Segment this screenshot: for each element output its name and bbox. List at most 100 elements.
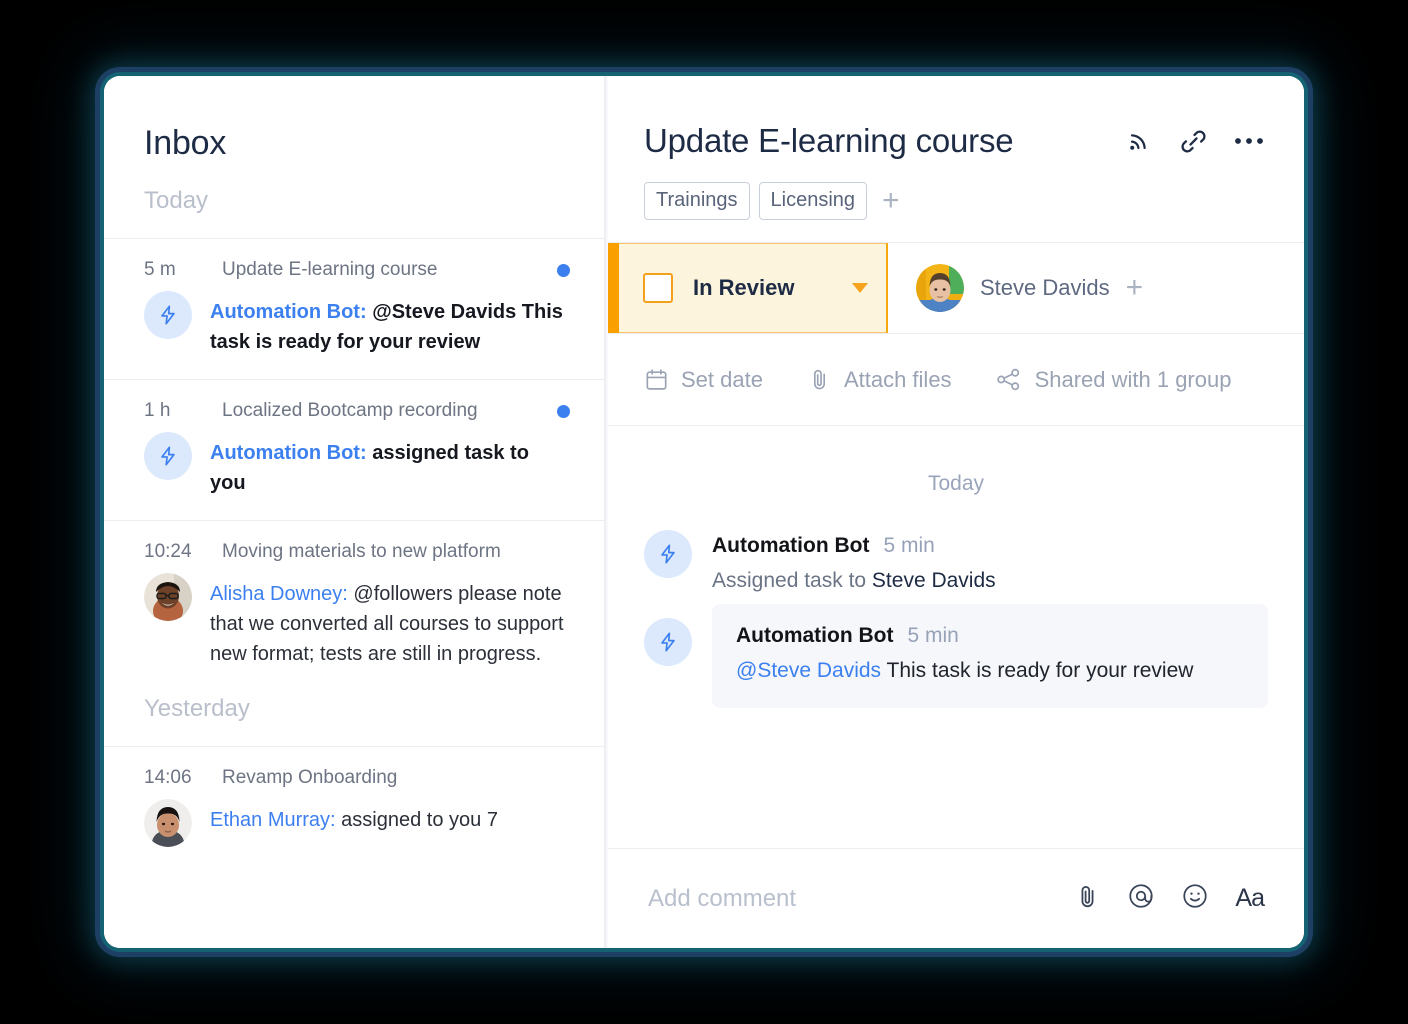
- avatar: [644, 618, 692, 666]
- more-icon[interactable]: [1234, 136, 1264, 146]
- list-item[interactable]: 10:24 Moving materials to new platform A…: [104, 521, 604, 677]
- paperclip-icon: [813, 369, 825, 390]
- list-item[interactable]: 14:06 Revamp Onboarding Ethan Murray: as…: [104, 747, 604, 869]
- emoji-icon[interactable]: [1181, 882, 1209, 915]
- bolt-icon: [161, 446, 175, 466]
- attach-files-label: Attach files: [843, 366, 952, 392]
- inbox-header: Inbox: [104, 76, 604, 163]
- inbox-panel: Inbox Today 5 m Update E-learning course…: [104, 76, 604, 948]
- list-item-text: assigned to you 7: [335, 809, 498, 831]
- feed-entry-meta: Automation Bot 5 min: [736, 624, 1244, 648]
- feed-author: Automation Bot: [736, 624, 894, 647]
- avatar: [644, 530, 692, 578]
- feed-author: Automation Bot: [712, 534, 870, 557]
- comment-bar: Add comment Aa: [608, 848, 1304, 948]
- page-title: Inbox: [144, 124, 227, 162]
- share-button[interactable]: Shared with 1 group: [996, 366, 1232, 393]
- feed-text-strong: Steve Davids: [871, 569, 996, 592]
- tag-trainings[interactable]: Trainings: [644, 182, 750, 220]
- feed-entry-body-highlighted: Automation Bot 5 min @Steve Davids This …: [712, 604, 1268, 708]
- feed-entry-body: Automation Bot 5 min Assigned task to St…: [712, 530, 1268, 596]
- feed-entry-meta: Automation Bot 5 min: [712, 534, 1268, 558]
- chevron-down-icon[interactable]: [852, 283, 868, 293]
- list-item-message: Automation Bot: @Steve Davids This task …: [210, 291, 570, 357]
- feed-day-label: Today: [927, 472, 985, 495]
- bolt-icon: [161, 305, 175, 325]
- list-item-subject: Localized Bootcamp recording: [222, 400, 478, 421]
- list-item-body: Alisha Downey: @followers please note th…: [144, 573, 570, 669]
- list-item-subject: Revamp Onboarding: [222, 767, 398, 788]
- assignee-area: Steve Davids +: [888, 243, 1304, 333]
- list-item-sender: Ethan Murray:: [210, 809, 336, 831]
- task-detail-panel: Update E-learning course Trainings Licen…: [608, 76, 1304, 948]
- avatar: [144, 573, 192, 621]
- status-chip[interactable]: In Review: [608, 243, 888, 333]
- attach-files-button[interactable]: Attach files: [807, 367, 952, 393]
- activity-feed: Today Automation Bot 5 min Assigned task…: [608, 426, 1304, 848]
- feed-entry: Automation Bot 5 min @Steve Davids This …: [644, 604, 1268, 708]
- share-icon: [996, 368, 1019, 391]
- mention-icon[interactable]: [1127, 882, 1155, 915]
- list-item-body: Automation Bot: @Steve Davids This task …: [144, 291, 570, 357]
- list-item-message: Alisha Downey: @followers please note th…: [210, 573, 570, 669]
- list-item-header: 1 h Localized Bootcamp recording: [144, 400, 570, 422]
- add-assignee-button[interactable]: +: [1126, 273, 1144, 303]
- avatar: [144, 432, 192, 480]
- list-item-message: Automation Bot: assigned task to you: [210, 432, 570, 498]
- set-date-label: Set date: [681, 366, 763, 392]
- feed-entry: Automation Bot 5 min Assigned task to St…: [644, 530, 1268, 596]
- list-item-time: 10:24: [144, 541, 192, 562]
- paperclip-icon[interactable]: [1074, 883, 1101, 915]
- list-item-time: 1 h: [144, 400, 171, 421]
- link-icon[interactable]: [1179, 127, 1208, 156]
- task-complete-checkbox[interactable]: [643, 273, 673, 303]
- list-item-body: Ethan Murray: assigned to you 7: [144, 799, 570, 847]
- list-item-subject: Update E-learning course: [222, 259, 438, 280]
- comment-toolbar: Aa: [1074, 882, 1265, 915]
- status-accent-bar: [608, 243, 619, 333]
- bolt-icon: [661, 544, 675, 564]
- list-item-sender: Alisha Downey:: [210, 583, 348, 605]
- unread-dot: [557, 404, 570, 418]
- avatar-photo-ethan: [144, 799, 192, 847]
- tag-licensing[interactable]: Licensing: [758, 182, 868, 220]
- list-item[interactable]: 1 h Localized Bootcamp recording Automat…: [104, 380, 604, 520]
- tag-row: Trainings Licensing +: [644, 182, 1264, 220]
- format-text-icon[interactable]: Aa: [1235, 884, 1265, 913]
- feed-mention[interactable]: @Steve Davids: [736, 659, 881, 682]
- feed-text: @Steve Davids This task is ready for you…: [736, 656, 1244, 686]
- avatar-photo-steve: [916, 264, 964, 312]
- feed-text: Assigned task to Steve Davids: [712, 566, 1268, 596]
- share-label: Shared with 1 group: [1034, 366, 1232, 392]
- list-item-message: Ethan Murray: assigned to you 7: [210, 799, 498, 835]
- avatar[interactable]: [916, 264, 964, 312]
- avatar: [144, 291, 192, 339]
- inbox-day-group-today: Today: [144, 187, 209, 214]
- list-item-body: Automation Bot: assigned task to you: [144, 432, 570, 498]
- list-item-sender: Automation Bot:: [210, 442, 367, 464]
- list-item[interactable]: 5 m Update E-learning course Automation …: [104, 239, 604, 379]
- feed-text-prefix: Assigned task to: [712, 569, 872, 592]
- unread-dot: [557, 263, 570, 277]
- assignee-name: Steve Davids: [980, 275, 1110, 300]
- comment-input[interactable]: Add comment: [648, 885, 1074, 913]
- list-item-time: 14:06: [144, 767, 192, 788]
- feed-timestamp: 5 min: [883, 534, 935, 557]
- action-row: Set date Attach files Shared with 1 grou…: [608, 334, 1304, 426]
- avatar: [144, 799, 192, 847]
- feed-timestamp: 5 min: [907, 624, 959, 647]
- list-item-sender: Automation Bot:: [210, 301, 367, 323]
- task-header-actions: [1125, 127, 1264, 156]
- status-inner[interactable]: In Review: [619, 243, 887, 333]
- status-badge: In Review: [693, 275, 795, 300]
- list-item-time: 5 m: [144, 259, 176, 280]
- follow-icon[interactable]: [1125, 127, 1153, 155]
- add-tag-button[interactable]: +: [876, 186, 906, 216]
- bolt-icon: [661, 632, 675, 652]
- task-title: Update E-learning course: [644, 122, 1014, 159]
- list-item-header: 14:06 Revamp Onboarding: [144, 767, 570, 789]
- list-item-header: 10:24 Moving materials to new platform: [144, 541, 570, 563]
- set-date-button[interactable]: Set date: [644, 367, 763, 393]
- calendar-icon: [646, 369, 667, 390]
- list-item-header: 5 m Update E-learning course: [144, 259, 570, 281]
